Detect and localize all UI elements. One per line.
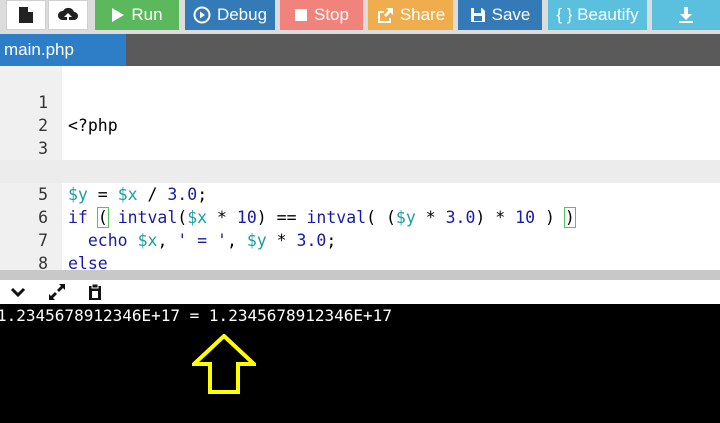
chevron-down-icon	[10, 287, 26, 298]
floppy-disk-icon	[470, 8, 485, 22]
file-icon	[19, 7, 33, 23]
run-button[interactable]: Run	[95, 0, 179, 30]
download-icon	[679, 7, 693, 23]
code-line[interactable]: 4 $y = $x / 3.0;	[0, 137, 720, 204]
horizontal-scrollbar[interactable]	[0, 270, 720, 280]
new-file-button[interactable]	[6, 0, 46, 30]
clear-console-button[interactable]	[85, 282, 105, 302]
beautify-label: { } Beautify	[556, 5, 639, 24]
download-button[interactable]	[652, 0, 720, 30]
expand-console-button[interactable]	[47, 282, 67, 302]
stop-button[interactable]: Stop	[280, 0, 363, 30]
code-line[interactable]: 9	[0, 252, 720, 270]
file-tab-bar: main.php	[0, 34, 720, 66]
stop-icon	[295, 9, 307, 21]
code-line[interactable]: 1 <?php	[0, 68, 720, 135]
collapse-console-button[interactable]	[8, 282, 28, 302]
stop-label: Stop	[314, 5, 349, 24]
debug-icon	[193, 6, 211, 24]
debug-label: Debug	[216, 5, 268, 24]
share-label: Share	[399, 5, 446, 24]
save-label: Save	[491, 5, 531, 24]
code-line[interactable]: 2	[0, 91, 720, 135]
code-line[interactable]: 7 else	[0, 206, 720, 270]
save-button[interactable]: Save	[458, 0, 542, 30]
code-line[interactable]: 3 $x = 123456789123456789.0;	[0, 114, 720, 181]
console-output-text: 1.2345678912346E+17 = 1.2345678912346E+1…	[0, 306, 392, 325]
expand-arrows-icon	[49, 284, 65, 300]
beautify-button[interactable]: { } Beautify	[548, 0, 647, 30]
upload-button[interactable]	[48, 0, 88, 30]
toolbar: Run Debug Stop Share Save { } Beautify	[0, 0, 720, 34]
debug-button[interactable]: Debug	[185, 0, 275, 30]
code-line[interactable]: 6 echo $x, ' = ', $y * 3.0;	[0, 183, 720, 250]
share-button[interactable]: Share	[368, 0, 453, 30]
code-line[interactable]: 8 echo $x, ' НЕ РАВНО ', $y * 3.0;	[0, 229, 720, 270]
up-arrow-annotation-icon	[192, 334, 256, 394]
console-toolbar	[0, 280, 720, 304]
play-icon	[112, 8, 125, 22]
run-label: Run	[131, 5, 163, 24]
code-editor[interactable]: 1 <?php 2 3 $x = 123456789123456789.0; 4…	[0, 66, 720, 270]
output-console: 1.2345678912346E+17 = 1.2345678912346E+1…	[0, 304, 720, 423]
tab-label: main.php	[4, 40, 74, 59]
scrollbar-thumb[interactable]	[714, 270, 720, 280]
tab-main-php[interactable]: main.php	[0, 34, 126, 66]
cloud-upload-icon	[57, 7, 78, 22]
share-icon	[377, 8, 393, 23]
code-line-active[interactable]: 5 if ( intval($x * 10) == intval( ($y * …	[0, 160, 720, 228]
clipboard-icon	[89, 283, 101, 300]
